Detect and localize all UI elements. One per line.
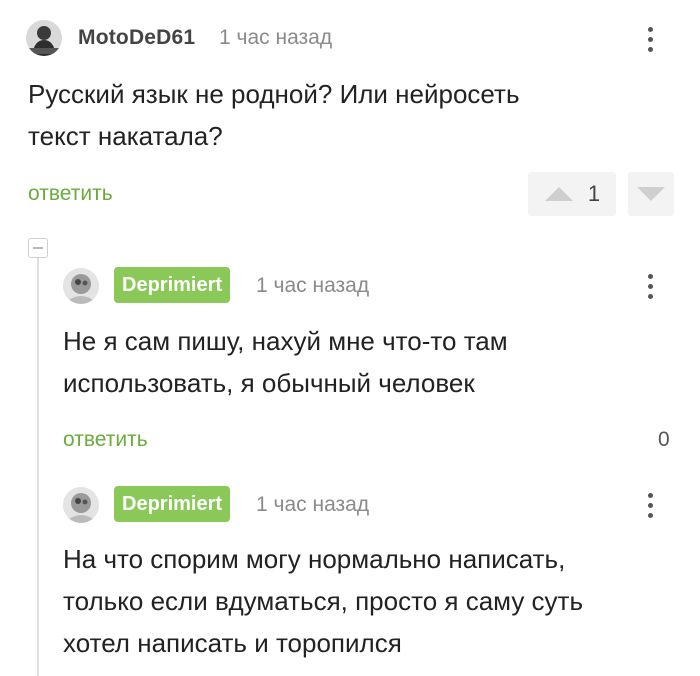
username-badge[interactable]: Deprimiert bbox=[114, 267, 231, 303]
downvote-button[interactable] bbox=[628, 172, 674, 216]
comment-text: Русский язык не родной? Или нейросеть те… bbox=[28, 73, 520, 157]
thread-line[interactable] bbox=[37, 256, 39, 676]
username[interactable]: MotoDeD61 bbox=[78, 26, 195, 50]
rating-count: 1 bbox=[587, 181, 601, 206]
downvote-icon bbox=[637, 187, 665, 201]
reply-link[interactable]: ответить bbox=[63, 428, 148, 452]
comment-text-line: На что спорим могу нормально написать, bbox=[63, 544, 566, 574]
upvote-button[interactable]: 1 bbox=[528, 172, 616, 216]
kebab-menu-icon[interactable] bbox=[638, 268, 662, 304]
kebab-menu-icon[interactable] bbox=[638, 21, 662, 57]
comment-text: Не я сам пишу, нахуй мне что-то там испо… bbox=[63, 320, 508, 404]
avatar[interactable] bbox=[63, 268, 99, 304]
upvote-icon bbox=[544, 187, 573, 201]
comment-time: 1 час назад bbox=[256, 274, 370, 297]
comment-text-line: текст накатала? bbox=[28, 121, 223, 151]
avatar[interactable] bbox=[26, 20, 62, 56]
comment-text-line: хотел написать и торопился bbox=[63, 628, 402, 658]
avatar[interactable] bbox=[63, 487, 99, 523]
collapse-icon[interactable] bbox=[28, 238, 48, 258]
comment-time: 1 час назад bbox=[219, 26, 333, 49]
comment-time: 1 час назад bbox=[256, 493, 370, 516]
rating-count: 0 bbox=[658, 428, 670, 451]
comment-text: На что спорим могу нормально написать, т… bbox=[63, 538, 583, 664]
comment-text-line: Русский язык не родной? Или нейросеть bbox=[28, 79, 520, 109]
username-badge[interactable]: Deprimiert bbox=[114, 486, 231, 522]
comment-text-line: только если вдуматься, просто я саму сут… bbox=[63, 586, 583, 616]
comment-text-line: Не я сам пишу, нахуй мне что-то там bbox=[63, 326, 508, 356]
kebab-menu-icon[interactable] bbox=[638, 487, 662, 523]
reply-link[interactable]: ответить bbox=[28, 182, 113, 206]
comment-text-line: использовать, я обычный человек bbox=[63, 368, 475, 398]
